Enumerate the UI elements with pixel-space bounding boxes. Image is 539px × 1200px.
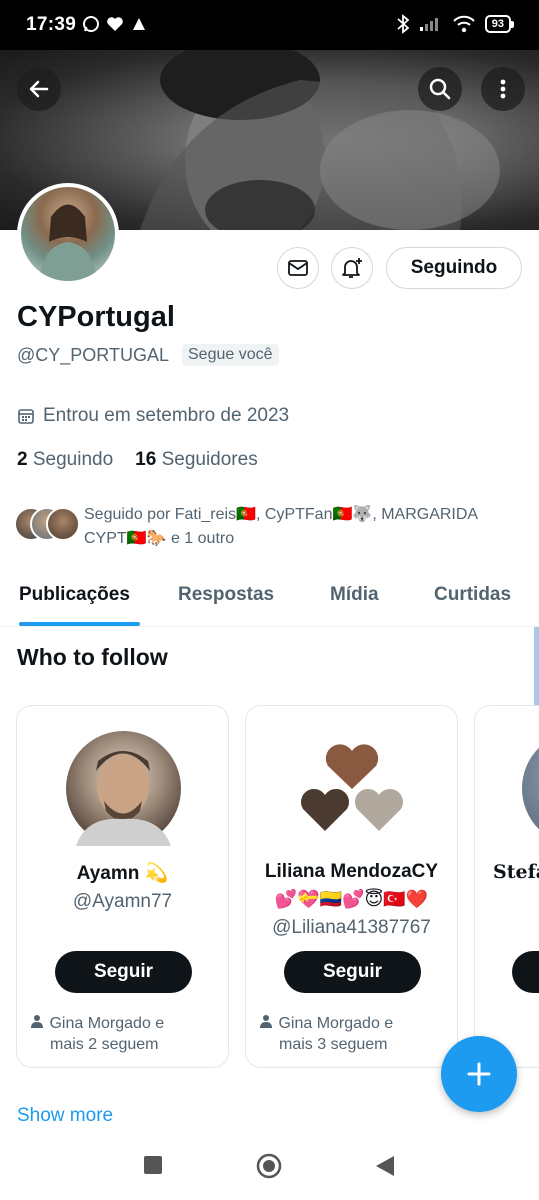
- app-notification-icon: [133, 18, 145, 30]
- followed-by-section[interactable]: Seguido por Fati_reis🇵🇹, CyPTFan🇵🇹🐺, MAR…: [14, 501, 534, 551]
- status-bar: 17:39 93: [0, 0, 539, 50]
- more-vertical-icon: [500, 79, 506, 99]
- calendar-icon: [18, 409, 34, 424]
- following-count-link[interactable]: 2 Seguindo: [17, 449, 113, 471]
- recents-button[interactable]: [143, 1155, 163, 1180]
- joined-date: Entrou em setembro de 2023: [17, 405, 289, 427]
- profile-avatar[interactable]: [17, 183, 119, 285]
- more-options-button[interactable]: [481, 67, 525, 111]
- followed-by-line1: Seguido por Fati_reis🇵🇹, CyPTFan🇵🇹🐺, MAR…: [84, 506, 479, 523]
- system-navigation-bar: [0, 1140, 539, 1200]
- person-icon: [31, 1013, 45, 1034]
- suggestion-name-emojis: 💕💝🇨🇴💕😇🇹🇷❤️: [274, 889, 429, 909]
- suggestion-card[interactable]: Liliana MendozaCY 💕💝🇨🇴💕😇🇹🇷❤️ @Liliana413…: [245, 705, 458, 1068]
- followers-label: Seguidores: [161, 449, 258, 470]
- followers-count-link[interactable]: 16 Seguidores: [135, 449, 258, 471]
- signal-icon: [419, 18, 438, 31]
- square-icon: [144, 1156, 162, 1174]
- joined-text: Entrou em setembro de 2023: [43, 405, 290, 426]
- suggestion-handle: @Liliana41387767: [272, 917, 431, 938]
- suggestion-social-context: Gina Morgado e mais 3 seguem: [260, 1013, 393, 1055]
- heart-icon: [107, 17, 123, 31]
- tab-posts[interactable]: Publicações: [19, 584, 130, 606]
- search-icon: [429, 78, 451, 100]
- follow-button[interactable]: Seguir: [55, 951, 192, 993]
- suggestion-name[interactable]: Ayamn 💫: [17, 861, 228, 885]
- suggestion-card[interactable]: Stefan: [474, 705, 539, 1068]
- back-button[interactable]: [17, 67, 61, 111]
- battery-icon: 93: [484, 15, 515, 33]
- profile-tabs: Publicações Respostas Mídia Curtidas: [0, 570, 539, 627]
- wifi-icon: [453, 15, 475, 33]
- message-button[interactable]: [277, 247, 319, 289]
- arrow-left-icon: [29, 80, 49, 98]
- active-tab-indicator: [19, 622, 140, 626]
- suggestion-name[interactable]: Stefan: [493, 861, 539, 883]
- profile-display-name: CYPortugal: [17, 301, 175, 333]
- who-to-follow-title: Who to follow: [17, 644, 168, 670]
- suggestion-avatar[interactable]: [295, 731, 410, 846]
- status-time: 17:39: [26, 14, 77, 35]
- bell-plus-icon: [342, 258, 362, 278]
- tab-media[interactable]: Mídia: [330, 584, 379, 606]
- follower-avatar: [46, 507, 80, 541]
- suggestion-avatar[interactable]: [66, 731, 181, 846]
- triangle-back-icon: [376, 1156, 394, 1176]
- followers-count: 16: [135, 449, 157, 470]
- followed-by-text: Seguido por Fati_reis🇵🇹, CyPTFan🇵🇹🐺, MAR…: [84, 503, 534, 551]
- following-button[interactable]: Seguindo: [386, 247, 522, 289]
- following-count: 2: [17, 449, 28, 470]
- back-nav-button[interactable]: [375, 1155, 395, 1182]
- profile-avatar-image: [21, 187, 115, 281]
- suggestion-card[interactable]: Ayamn 💫 @Ayamn77 Seguir Gina Morgado e m…: [16, 705, 229, 1068]
- social-line1: Gina Morgado e: [49, 1015, 165, 1032]
- search-button[interactable]: [418, 67, 462, 111]
- suggestion-avatar[interactable]: [522, 731, 539, 846]
- follow-button[interactable]: [512, 951, 539, 993]
- follow-button[interactable]: Seguir: [284, 951, 421, 993]
- profile-handle: @CY_PORTUGAL: [17, 345, 169, 365]
- show-more-link[interactable]: Show more: [17, 1105, 113, 1127]
- person-icon: [260, 1013, 274, 1034]
- followed-by-avatars: [14, 507, 80, 541]
- home-button[interactable]: [256, 1153, 282, 1184]
- tab-replies[interactable]: Respostas: [178, 584, 274, 606]
- status-system-icons: 93: [397, 14, 515, 34]
- follows-you-badge: Segue você: [182, 344, 279, 366]
- followed-by-line2: CYPT🇵🇹🐎 e 1 outro: [84, 530, 235, 547]
- social-line2: mais 2 seguem: [50, 1036, 159, 1053]
- bluetooth-icon: [397, 14, 409, 34]
- suggestion-name[interactable]: Liliana MendozaCY: [246, 861, 457, 883]
- status-notification-icons: [82, 15, 148, 33]
- notifications-button[interactable]: [331, 247, 373, 289]
- suggestion-handle: @Ayamn77: [72, 891, 173, 912]
- whatsapp-icon: [83, 16, 99, 32]
- tab-likes[interactable]: Curtidas: [434, 584, 511, 606]
- circle-icon: [256, 1153, 282, 1179]
- social-line1: Gina Morgado e: [278, 1015, 394, 1032]
- compose-button[interactable]: [441, 1036, 517, 1112]
- suggestion-social-context: Gina Morgado e mais 2 seguem: [31, 1013, 164, 1055]
- envelope-icon: [288, 260, 308, 276]
- social-line2: mais 3 seguem: [279, 1036, 388, 1053]
- follow-counts: 2 Seguindo 16 Seguidores: [17, 449, 258, 471]
- following-label: Seguindo: [32, 449, 114, 470]
- plus-icon: [467, 1062, 491, 1086]
